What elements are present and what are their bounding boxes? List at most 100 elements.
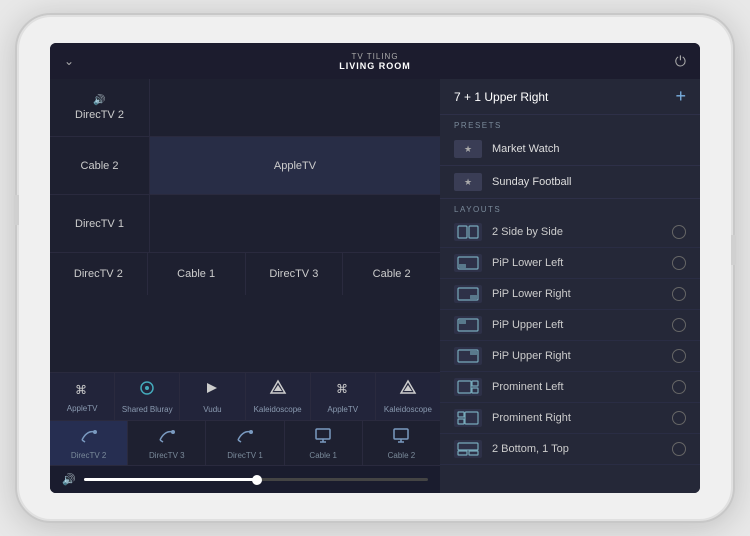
sat-icon-row: DirecTV 2 DirecTV 3 [50,420,440,465]
layout-prominent-left[interactable]: Prominent Left [440,372,700,403]
left-panel: 🔊 DirecTV 2 Cable 2 AppleTV [50,79,440,493]
layout-icon-2side [454,223,482,241]
sat-cable2[interactable]: Cable 2 [363,421,440,465]
layout-2-bottom-1-top[interactable]: 2 Bottom, 1 Top [440,434,700,465]
cell-label: DirecTV 2 [74,268,123,280]
star-icon: ★ [464,144,472,155]
volume-slider[interactable] [84,478,428,481]
source-label: Vudu [203,405,221,414]
presets-label: PRESETS [440,115,700,133]
layout-pip-lower-right[interactable]: PiP Lower Right [440,279,700,310]
layout-icon-pip-ul [454,316,482,334]
source-label: Shared Bluray [122,405,173,414]
main-content: 🔊 DirecTV 2 Cable 2 AppleTV [50,79,700,493]
source-bluray[interactable]: Shared Bluray [115,373,180,420]
grid-row-3: DirecTV 1 [50,195,440,253]
layout-title: 7 + 1 Upper Right [454,90,548,104]
layout-radio[interactable] [672,318,686,332]
grid-cell-dirtv1[interactable]: DirecTV 1 [50,195,150,252]
side-button-left [14,195,19,225]
volume-icon: 🔊 [93,95,105,106]
monitor-icon-2 [391,426,411,449]
source-vudu[interactable]: Vudu [180,373,245,420]
layout-radio[interactable] [672,256,686,270]
layout-icon-prom-left [454,378,482,396]
monitor-icon-1 [313,426,333,449]
source-appletv-2[interactable]: ⌘ AppleTV [311,373,376,420]
grid-cell-dirtv2-b[interactable]: DirecTV 2 [50,253,148,295]
top-bar-title: TV TILING LIVING ROOM [339,52,411,71]
grid-cell-dirtv3[interactable]: DirecTV 3 [246,253,344,295]
grid-cell-empty-1[interactable] [150,79,440,136]
volume-thumb [252,475,262,485]
source-kaleid-1[interactable]: Kaleidoscope [246,373,311,420]
tablet-frame: ⌄ TV TILING LIVING ROOM ⏻ 🔊 DirecTV 2 [15,13,735,523]
grid-cell-dirtv2-top[interactable]: 🔊 DirecTV 2 [50,79,150,136]
layout-radio[interactable] [672,380,686,394]
layout-radio[interactable] [672,225,686,239]
volume-icon: 🔊 [62,473,76,486]
grid-cell-cable1[interactable]: Cable 1 [148,253,246,295]
source-label: AppleTV [327,405,358,414]
layout-icon-pip-lr [454,285,482,303]
grid-row-4: DirecTV 2 Cable 1 DirecTV 3 Cable 2 [50,253,440,295]
grid-cell-empty-3[interactable] [150,195,440,252]
add-button[interactable]: + [675,86,686,107]
source-appletv-1[interactable]: ⌘ AppleTV [50,373,115,420]
cell-label: DirecTV 2 [75,109,124,121]
layout-prominent-right[interactable]: Prominent Right [440,403,700,434]
preset-market-watch[interactable]: ★ Market Watch [440,133,700,166]
chevron-icon[interactable]: ⌄ [64,54,74,68]
kaleidoscope-icon-1 [269,379,287,402]
layout-label: PiP Lower Left [492,257,662,269]
source-kaleid-2[interactable]: Kaleidoscope [376,373,440,420]
sat-cable1[interactable]: Cable 1 [285,421,363,465]
source-label: Kaleidoscope [254,405,302,414]
side-button-right [731,235,736,265]
preset-label-2: Sunday Football [492,176,572,188]
cell-label: Cable 2 [81,160,119,172]
layout-pip-lower-left[interactable]: PiP Lower Left [440,248,700,279]
grid-cell-appletv[interactable]: AppleTV [150,137,440,194]
layout-pip-upper-right[interactable]: PiP Upper Right [440,341,700,372]
preset-icon-1: ★ [454,140,482,158]
svg-text:⌘: ⌘ [336,382,348,396]
layouts-label: LAYOUTS [440,199,700,217]
cell-label: AppleTV [274,160,316,172]
preset-sunday-football[interactable]: ★ Sunday Football [440,166,700,199]
sat-label: DirecTV 1 [227,451,263,460]
sat-dirtv1[interactable]: DirecTV 1 [206,421,284,465]
sat-label: Cable 2 [388,451,416,460]
layout-pip-upper-left[interactable]: PiP Upper Left [440,310,700,341]
layout-icon-prom-right [454,409,482,427]
sat-label: DirecTV 2 [71,451,107,460]
layout-icon-pip-ur [454,347,482,365]
bluray-icon [138,379,156,402]
appletv-icon: ⌘ [73,380,91,401]
sat-dish-icon-1 [79,426,99,449]
volume-bar: 🔊 [50,465,440,493]
layout-label: PiP Upper Left [492,319,662,331]
grid-cell-cable2[interactable]: Cable 2 [50,137,150,194]
layout-radio[interactable] [672,349,686,363]
preset-label-1: Market Watch [492,143,559,155]
grid-row-2: Cable 2 AppleTV [50,137,440,195]
sat-dirtv3[interactable]: DirecTV 3 [128,421,206,465]
layout-2-side-by-side[interactable]: 2 Side by Side [440,217,700,248]
layout-radio[interactable] [672,287,686,301]
sat-dirtv2[interactable]: DirecTV 2 [50,421,128,465]
top-bar-subtitle: TV TILING [339,52,411,61]
right-header: 7 + 1 Upper Right + [440,79,700,115]
volume-fill [84,478,256,481]
source-label: AppleTV [67,404,98,413]
layout-radio[interactable] [672,442,686,456]
grid-cell-cable2-b[interactable]: Cable 2 [343,253,440,295]
power-icon[interactable]: ⏻ [675,53,686,70]
layout-radio[interactable] [672,411,686,425]
tv-grid: 🔊 DirecTV 2 Cable 2 AppleTV [50,79,440,372]
sat-dish-icon-3 [235,426,255,449]
sat-label: Cable 1 [309,451,337,460]
cell-label: Cable 2 [373,268,411,280]
layout-label: 2 Side by Side [492,226,662,238]
layout-label: Prominent Left [492,381,662,393]
